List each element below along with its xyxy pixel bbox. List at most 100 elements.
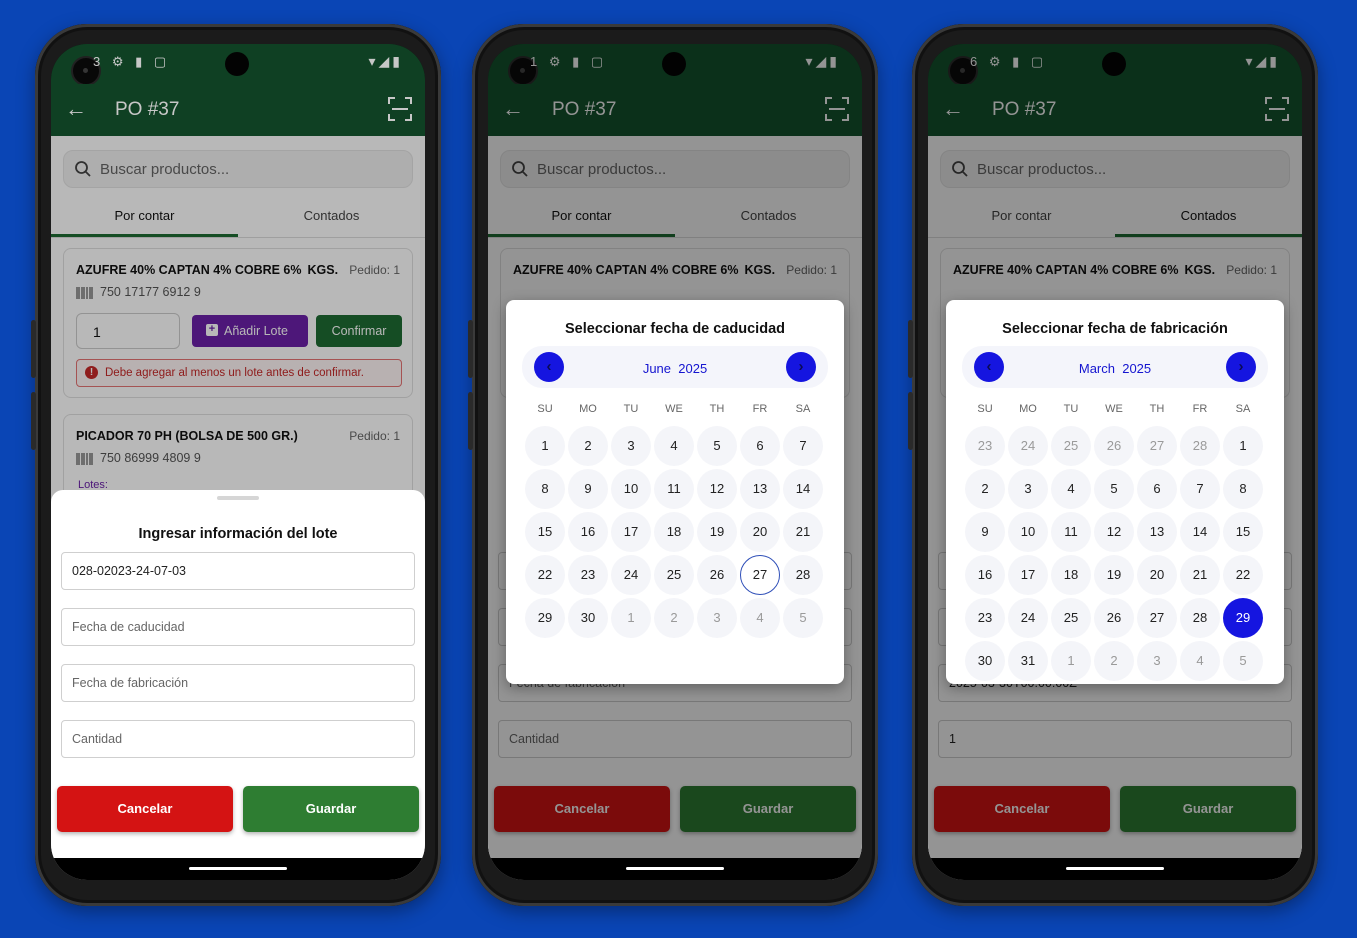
date-picker-dialog: Seleccionar fecha de caducidad ‹ June 20… (506, 300, 844, 684)
calendar-day[interactable]: 27 (1137, 426, 1177, 466)
calendar-day[interactable]: 2 (965, 469, 1005, 509)
calendar-day[interactable]: 6 (740, 426, 780, 466)
calendar-day[interactable]: 26 (1094, 426, 1134, 466)
chevron-right-icon[interactable]: › (1226, 352, 1256, 382)
calendar-day[interactable]: 15 (525, 512, 565, 552)
calendar-day[interactable]: 1 (611, 598, 651, 638)
calendar-day[interactable]: 16 (965, 555, 1005, 595)
calendar-day[interactable]: 25 (654, 555, 694, 595)
calendar-day[interactable]: 20 (1137, 555, 1177, 595)
calendar-day[interactable]: 7 (1180, 469, 1220, 509)
calendar-day[interactable]: 7 (783, 426, 823, 466)
side-button (908, 392, 913, 450)
calendar-day[interactable]: 1 (525, 426, 565, 466)
calendar-day[interactable]: 12 (1094, 512, 1134, 552)
calendar-day-selected[interactable]: 27 (740, 555, 780, 595)
calendar-day[interactable]: 26 (697, 555, 737, 595)
calendar-day[interactable]: 28 (1180, 426, 1220, 466)
calendar-day[interactable]: 19 (697, 512, 737, 552)
calendar-day[interactable]: 18 (1051, 555, 1091, 595)
calendar-day[interactable]: 4 (1051, 469, 1091, 509)
calendar-day[interactable]: 18 (654, 512, 694, 552)
calendar-day[interactable]: 1 (1223, 426, 1263, 466)
manufacture-date-field[interactable]: Fecha de fabricación (61, 664, 415, 702)
calendar-day[interactable]: 19 (1094, 555, 1134, 595)
calendar-day[interactable]: 4 (740, 598, 780, 638)
calendar-day[interactable]: 27 (1137, 598, 1177, 638)
weekday-label: FR (1192, 403, 1208, 415)
calendar-day[interactable]: 13 (1137, 512, 1177, 552)
weekday-label: TH (1149, 403, 1165, 415)
side-button (468, 320, 473, 378)
home-indicator[interactable] (626, 867, 724, 870)
screen: 1 ⚙ ▮ ▢ ▾◢▮ ← PO #37 Buscar productos...… (488, 44, 862, 880)
calendar-day[interactable]: 2 (654, 598, 694, 638)
quantity-field[interactable]: Cantidad (61, 720, 415, 758)
calendar-day[interactable]: 2 (1094, 641, 1134, 681)
expiry-date-field[interactable]: Fecha de caducidad (61, 608, 415, 646)
calendar-day[interactable]: 5 (1094, 469, 1134, 509)
calendar-day[interactable]: 23 (965, 426, 1005, 466)
calendar-day[interactable]: 2 (568, 426, 608, 466)
calendar-day[interactable]: 8 (1223, 469, 1263, 509)
chevron-right-icon[interactable]: › (786, 352, 816, 382)
year-value: 2025 (1122, 361, 1152, 376)
calendar-day[interactable]: 11 (654, 469, 694, 509)
calendar-day[interactable]: 30 (965, 641, 1005, 681)
calendar-day[interactable]: 23 (568, 555, 608, 595)
calendar-day[interactable]: 3 (1008, 469, 1048, 509)
calendar-day[interactable]: 30 (568, 598, 608, 638)
calendar-day[interactable]: 5 (697, 426, 737, 466)
calendar-day[interactable]: 26 (1094, 598, 1134, 638)
calendar-day[interactable]: 24 (611, 555, 651, 595)
side-button (908, 320, 913, 378)
calendar-day[interactable]: 28 (1180, 598, 1220, 638)
calendar-day[interactable]: 3 (1137, 641, 1177, 681)
calendar-day[interactable]: 23 (965, 598, 1005, 638)
calendar-day[interactable]: 12 (697, 469, 737, 509)
calendar-day[interactable]: 21 (783, 512, 823, 552)
weekday-label: SA (795, 403, 811, 415)
calendar-day[interactable]: 24 (1008, 426, 1048, 466)
calendar-day[interactable]: 17 (1008, 555, 1048, 595)
lote-field[interactable]: 028-02023-24-07-03 (61, 552, 415, 590)
calendar-day[interactable]: 11 (1051, 512, 1091, 552)
calendar-day[interactable]: 13 (740, 469, 780, 509)
calendar-day[interactable]: 28 (783, 555, 823, 595)
calendar-day[interactable]: 31 (1008, 641, 1048, 681)
calendar-day[interactable]: 25 (1051, 426, 1091, 466)
weekday-label: MO (1019, 403, 1037, 415)
home-indicator[interactable] (1066, 867, 1164, 870)
calendar-day[interactable]: 24 (1008, 598, 1048, 638)
calendar-day[interactable]: 9 (965, 512, 1005, 552)
calendar-day[interactable]: 29 (525, 598, 565, 638)
calendar-day[interactable]: 14 (783, 469, 823, 509)
home-indicator[interactable] (189, 867, 287, 870)
calendar-day[interactable]: 14 (1180, 512, 1220, 552)
calendar-day[interactable]: 20 (740, 512, 780, 552)
sheet-handle[interactable] (217, 496, 259, 500)
calendar-day[interactable]: 22 (525, 555, 565, 595)
calendar-day-selected[interactable]: 29 (1223, 598, 1263, 638)
calendar-day[interactable]: 22 (1223, 555, 1263, 595)
calendar-day[interactable]: 3 (611, 426, 651, 466)
save-button[interactable]: Guardar (243, 786, 419, 832)
calendar-day[interactable]: 15 (1223, 512, 1263, 552)
calendar-day[interactable]: 6 (1137, 469, 1177, 509)
calendar-day[interactable]: 5 (1223, 641, 1263, 681)
calendar-day[interactable]: 4 (1180, 641, 1220, 681)
calendar-day[interactable]: 10 (1008, 512, 1048, 552)
calendar-day[interactable]: 5 (783, 598, 823, 638)
calendar-day[interactable]: 17 (611, 512, 651, 552)
calendar-day[interactable]: 10 (611, 469, 651, 509)
calendar-day[interactable]: 3 (697, 598, 737, 638)
calendar-day[interactable]: 9 (568, 469, 608, 509)
calendar-day[interactable]: 1 (1051, 641, 1091, 681)
calendar-day[interactable]: 4 (654, 426, 694, 466)
calendar-day[interactable]: 25 (1051, 598, 1091, 638)
calendar-day[interactable]: 21 (1180, 555, 1220, 595)
calendar-day[interactable]: 16 (568, 512, 608, 552)
calendar-day[interactable]: 8 (525, 469, 565, 509)
screen: 3 ⚙ ▮ ▢ ▾◢▮ ← PO #37 Buscar productos...… (51, 44, 425, 880)
cancel-button[interactable]: Cancelar (57, 786, 233, 832)
